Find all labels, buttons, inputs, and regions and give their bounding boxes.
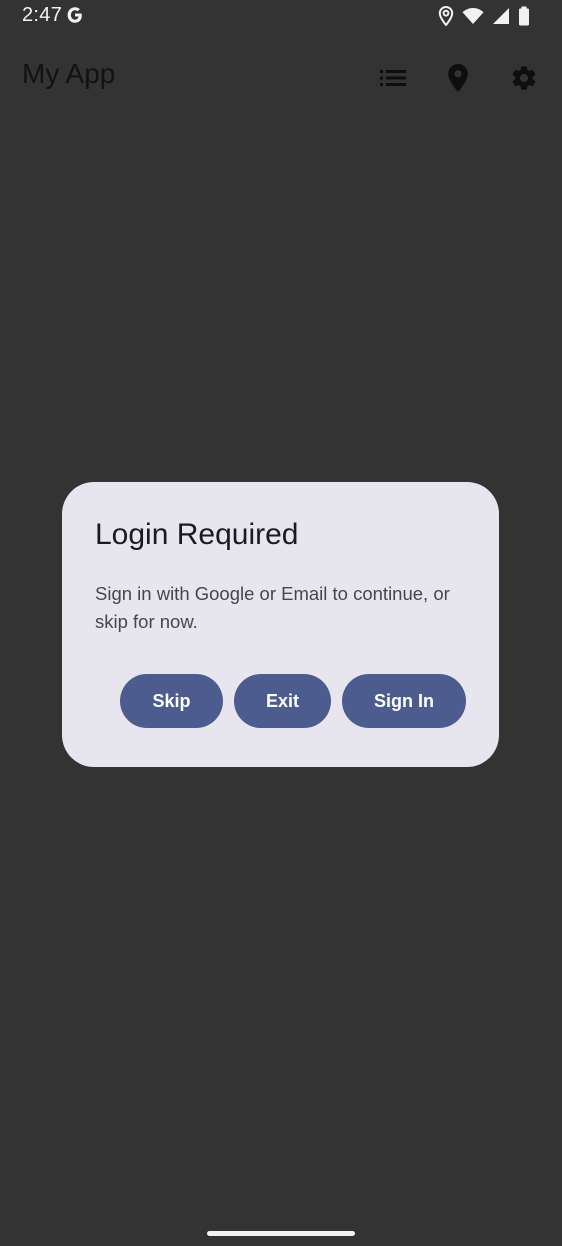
- status-time: 2:47: [22, 4, 63, 26]
- skip-button[interactable]: Skip: [120, 674, 223, 728]
- dialog-title: Login Required: [95, 518, 299, 551]
- app-bar: My App: [0, 40, 562, 114]
- google-g-icon: [66, 5, 84, 25]
- screen: 2:47 My App Login Required Sign in with …: [0, 0, 562, 1246]
- location-pin-icon[interactable]: [440, 60, 476, 96]
- dialog-message: Sign in with Google or Email to continue…: [95, 583, 450, 632]
- wifi-icon: [462, 7, 484, 25]
- location-icon: [438, 6, 454, 26]
- app-title: My App: [22, 58, 116, 89]
- status-bar: 2:47: [0, 0, 562, 34]
- signal-icon: [492, 7, 510, 25]
- gesture-nav-handle[interactable]: [207, 1231, 355, 1236]
- sign-in-button[interactable]: Sign In: [342, 674, 466, 728]
- settings-gear-icon[interactable]: [506, 60, 542, 96]
- login-dialog: Login Required Sign in with Google or Em…: [62, 482, 499, 767]
- list-icon[interactable]: [375, 60, 411, 96]
- exit-button[interactable]: Exit: [234, 674, 331, 728]
- status-icons: [438, 5, 530, 27]
- battery-icon: [518, 6, 530, 26]
